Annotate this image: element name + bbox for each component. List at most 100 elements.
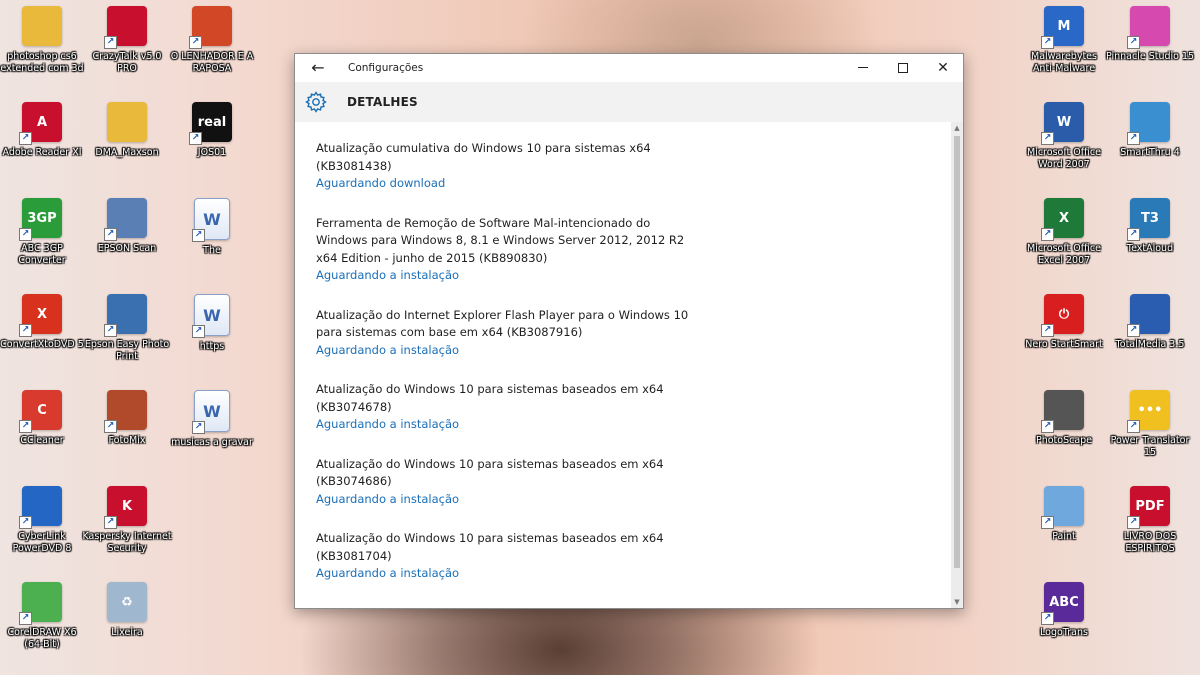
desktop-shortcut[interactable]: DMA_Maxson [84,98,170,188]
close-button[interactable]: ✕ [923,54,963,82]
back-button[interactable]: ← [303,56,333,80]
word-icon: W ↗ [1041,102,1084,145]
page-header: DETALHES [295,82,963,122]
desktop-shortcut[interactable]: ↗ TotalMedia 3.5 [1107,290,1193,380]
maximize-button[interactable] [883,54,923,82]
desktop-shortcut-label: TextAloud [1126,243,1174,254]
desktop-shortcut[interactable]: W ↗ musicas a gravar [169,386,255,476]
pinnacle-icon: ↗ [1127,6,1170,49]
desktop-shortcut-label: Power Translator 15 [1110,435,1190,458]
desktop-shortcut[interactable]: ↗ PhotoScape [1021,386,1107,476]
realplayer-icon: real ↗ [189,102,232,145]
desktop-shortcut-label: CorelDRAW X6 (64-Bit) [7,627,77,650]
desktop-shortcut[interactable]: photoshop cs6 extended com 3d [0,2,85,92]
minimize-button[interactable] [843,54,883,82]
totalmedia-icon: ↗ [1127,294,1170,337]
shortcut-arrow-icon: ↗ [104,420,117,433]
shortcut-arrow-icon: ↗ [1127,324,1140,337]
desktop-shortcut-label: Pinnacle Studio 15 [1105,51,1195,62]
update-status: Aguardando a instalação [316,268,460,282]
nero-icon: ⏻ ↗ [1041,294,1084,337]
desktop-shortcut-label: Adobe Reader XI [2,147,82,158]
scroll-down-icon[interactable]: ▼ [951,596,963,608]
malwarebytes-icon: M ↗ [1041,6,1084,49]
shortcut-arrow-icon: ↗ [1041,132,1054,145]
desktop-shortcut[interactable]: M ↗ Malwarebytes Anti-Malware [1021,2,1107,92]
photoscape-icon: ↗ [1041,390,1084,433]
desktop-shortcut-label: Epson Easy Photo Print [84,339,170,362]
desktop-shortcut-label: Nero StartSmart [1025,339,1103,350]
desktop-shortcut[interactable]: 3GP ↗ ABC 3GP Converter [0,194,85,284]
desktop-shortcut[interactable]: K ↗ Kaspersky Internet Security [82,482,172,572]
word-doc-icon: W ↗ [192,390,230,434]
desktop-shortcut[interactable]: T3 ↗ TextAloud [1107,194,1193,284]
shortcut-arrow-icon: ↗ [104,516,117,529]
desktop-shortcut[interactable]: C ↗ CCleaner [0,386,85,476]
icon-glyph [107,102,147,142]
desktop-shortcut-label: JOS01 [197,147,227,158]
kaspersky-icon: K ↗ [104,486,147,529]
shortcut-arrow-icon: ↗ [19,228,32,241]
desktop-shortcut-label: Microsoft Office Word 2007 [1027,147,1101,170]
update-name: Atualização do Windows 10 para sistemas … [316,456,664,489]
word-doc-icon: W ↗ [192,294,230,338]
desktop-shortcut-label: FotoMix [108,435,146,446]
desktop-shortcut[interactable]: W ↗ Microsoft Office Word 2007 [1021,98,1107,188]
desktop-shortcut[interactable]: ↗ CorelDRAW X6 (64-Bit) [0,578,85,668]
title-bar[interactable]: ← Configurações ✕ [295,54,963,82]
desktop-shortcut[interactable]: ••• ↗ Power Translator 15 [1107,386,1193,476]
page-title: DETALHES [347,95,418,109]
desktop-shortcut-label: Paint [1052,531,1076,542]
3gp-icon: 3GP ↗ [19,198,62,241]
power-translator-icon: ••• ↗ [1127,390,1170,433]
desktop-shortcut-label: CrazyTalk v5.0 PRO [92,51,162,74]
shortcut-arrow-icon: ↗ [1041,516,1054,529]
desktop-shortcut-label: LIVRO DOS ESPIRITOS [1123,531,1177,554]
presentation-icon: ↗ [189,6,232,49]
desktop-shortcut[interactable]: W ↗ https [169,290,255,380]
desktop-shortcut[interactable]: ♻ Lixeira [84,578,170,668]
desktop-shortcut-label: https [199,341,225,352]
desktop-shortcut[interactable]: ↗ SmartThru 4 [1107,98,1193,188]
shortcut-arrow-icon: ↗ [1041,612,1054,625]
scroll-up-icon[interactable]: ▲ [951,122,963,134]
desktop-shortcut[interactable]: ⏻ ↗ Nero StartSmart [1021,290,1107,380]
desktop-shortcut[interactable]: X ↗ ConvertXtoDVD 5 [0,290,85,380]
desktop-shortcut[interactable]: ABC ↗ LogoTrans [1021,578,1107,668]
desktop-shortcut[interactable]: ↗ Epson Easy Photo Print [84,290,170,380]
desktop-shortcut[interactable]: PDF ↗ LIVRO DOS ESPIRITOS [1107,482,1193,572]
scanner-icon: ↗ [104,198,147,241]
scroll-thumb[interactable] [954,136,960,568]
update-name: Ferramenta de Remoção de Software Mal-in… [316,215,685,265]
icon-glyph [22,6,62,46]
shortcut-arrow-icon: ↗ [1041,420,1054,433]
desktop-shortcut[interactable]: real ↗ JOS01 [169,98,255,188]
powerdvd-icon: ↗ [19,486,62,529]
shortcut-arrow-icon: ↗ [1127,132,1140,145]
desktop-shortcut[interactable]: X ↗ Microsoft Office Excel 2007 [1021,194,1107,284]
desktop-shortcut[interactable]: ↗ FotoMix [84,386,170,476]
shortcut-arrow-icon: ↗ [104,324,117,337]
shortcut-arrow-icon: ↗ [19,516,32,529]
update-item: Atualização do Internet Explorer Flash P… [316,307,706,360]
desktop-shortcut[interactable]: ↗ O LENHADOR E A RAPOSA [169,2,255,92]
window-title: Configurações [348,62,424,74]
shortcut-arrow-icon: ↗ [192,229,205,242]
shortcut-arrow-icon: ↗ [1127,36,1140,49]
desktop-shortcut[interactable]: W ↗ The [169,194,255,284]
shortcut-arrow-icon: ↗ [104,228,117,241]
back-arrow-icon: ← [311,58,325,77]
vertical-scrollbar[interactable]: ▲ ▼ [951,122,963,608]
textaloud-icon: T3 ↗ [1127,198,1170,241]
update-item: Atualização cumulativa do Windows 10 par… [316,140,706,193]
desktop-shortcut[interactable]: ↗ EPSON Scan [84,194,170,284]
desktop-shortcut[interactable]: ↗ CrazyTalk v5.0 PRO [84,2,170,92]
logotrans-icon: ABC ↗ [1041,582,1084,625]
desktop-shortcut[interactable]: A ↗ Adobe Reader XI [0,98,85,188]
desktop-shortcut[interactable]: ↗ Pinnacle Studio 15 [1105,2,1195,92]
gear-icon [305,91,327,113]
desktop-shortcut[interactable]: ↗ Paint [1021,482,1107,572]
update-status: Aguardando download [316,176,446,190]
desktop-shortcut[interactable]: ↗ CyberLink PowerDVD 8 [0,482,85,572]
desktop-shortcut-label: LogoTrans [1040,627,1088,638]
